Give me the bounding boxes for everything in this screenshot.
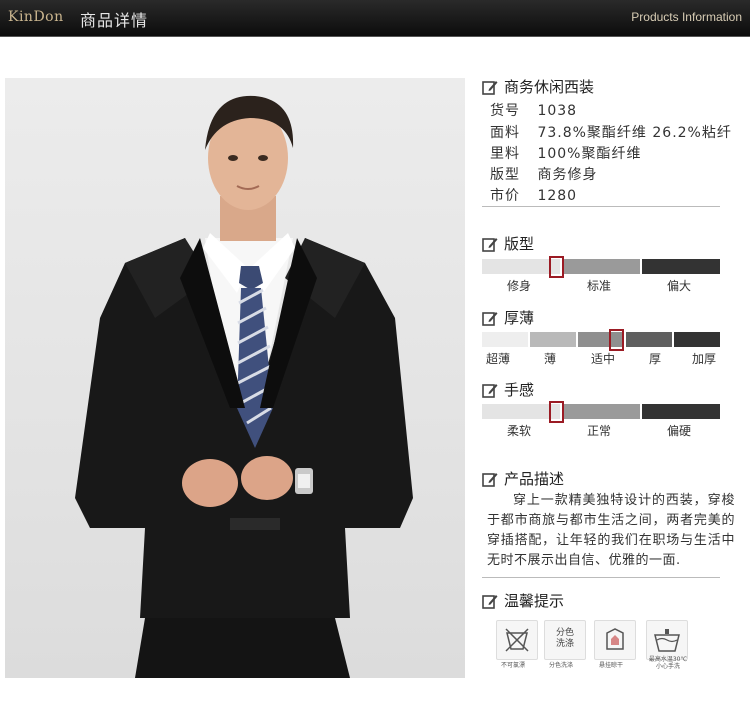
feel-segment bbox=[642, 404, 720, 419]
feel-label: 柔软 bbox=[507, 424, 532, 438]
separate-wash-text: 分色 洗涤 bbox=[555, 628, 574, 649]
description-title: 产品描述 bbox=[504, 470, 565, 488]
spec-row: 货号 1038 bbox=[490, 100, 577, 120]
thickness-scale bbox=[482, 332, 720, 347]
thickness-label: 超薄 bbox=[486, 352, 511, 366]
spec-key: 版型 bbox=[490, 167, 520, 183]
fit-heading: 版型 bbox=[482, 233, 534, 254]
feel-segment bbox=[562, 404, 640, 419]
description-heading: 产品描述 bbox=[482, 468, 564, 489]
spec-value: 100%聚酯纤维 bbox=[537, 146, 642, 162]
feel-marker bbox=[549, 401, 564, 423]
hang-dry-icon bbox=[594, 620, 636, 660]
fit-label: 修身 bbox=[507, 279, 532, 293]
thickness-label: 加厚 bbox=[692, 352, 717, 366]
care-label: 最高水温30℃ 小心手洗 bbox=[648, 656, 688, 670]
care-heading: 温馨提示 bbox=[482, 590, 564, 611]
pencil-icon bbox=[482, 383, 498, 398]
page-title: 商品详情 bbox=[80, 11, 149, 30]
thickness-heading: 厚薄 bbox=[482, 307, 534, 328]
description-text: 穿上一款精美独特设计的西装，穿梭于都市商旅与都市生活之间，两者完美的穿插搭配，让… bbox=[487, 493, 735, 568]
header-bar: KinDon 商品详情 Products Information bbox=[0, 0, 750, 37]
care-label: 不可氯漂 bbox=[501, 662, 526, 669]
thickness-label: 厚 bbox=[649, 352, 662, 366]
product-photo bbox=[5, 78, 465, 678]
product-name: 商务休闲西装 bbox=[504, 78, 595, 96]
thickness-title: 厚薄 bbox=[504, 309, 535, 327]
feel-scale bbox=[482, 404, 720, 419]
fit-marker bbox=[549, 256, 564, 278]
thickness-segment bbox=[626, 332, 672, 347]
care-title: 温馨提示 bbox=[504, 592, 565, 610]
spec-row: 面料 73.8%聚酯纤维 26.2%粘纤 bbox=[490, 122, 732, 142]
fit-segment bbox=[562, 259, 640, 274]
spec-key: 货号 bbox=[490, 103, 520, 119]
thickness-label: 薄 bbox=[544, 352, 557, 366]
no-ironing-icon bbox=[496, 620, 538, 660]
divider bbox=[482, 206, 720, 207]
spec-key: 里料 bbox=[490, 146, 520, 162]
thickness-label: 适中 bbox=[591, 352, 616, 366]
feel-title: 手感 bbox=[504, 381, 535, 399]
fit-title: 版型 bbox=[504, 235, 535, 253]
pencil-icon bbox=[482, 594, 498, 609]
feel-label: 正常 bbox=[587, 424, 612, 438]
pencil-icon bbox=[482, 472, 498, 487]
care-label: 悬挂晾干 bbox=[599, 662, 624, 669]
page-subtitle: Products Information bbox=[631, 10, 742, 24]
spec-value: 1038 bbox=[537, 103, 578, 119]
thickness-marker bbox=[609, 329, 624, 351]
pencil-icon bbox=[482, 311, 498, 326]
spec-key: 市价 bbox=[490, 188, 520, 204]
fit-label: 标准 bbox=[587, 279, 612, 293]
pencil-icon bbox=[482, 80, 498, 95]
fit-segment bbox=[642, 259, 720, 274]
fit-scale bbox=[482, 259, 720, 274]
product-name-heading: 商务休闲西装 bbox=[482, 76, 594, 97]
brand-logo: KinDon bbox=[8, 9, 64, 25]
divider bbox=[482, 577, 720, 578]
spec-key: 面料 bbox=[490, 125, 520, 141]
model-illustration bbox=[75, 95, 413, 678]
thickness-segment bbox=[530, 332, 576, 347]
pencil-icon bbox=[482, 237, 498, 252]
feel-label: 偏硬 bbox=[667, 424, 692, 438]
thickness-segment bbox=[674, 332, 720, 347]
spec-row: 版型 商务修身 bbox=[490, 164, 597, 184]
spec-row: 市价 1280 bbox=[490, 185, 577, 205]
hand-wash-icon bbox=[646, 620, 688, 660]
separate-wash-icon: 分色 洗涤 bbox=[544, 620, 586, 660]
spec-value: 商务修身 bbox=[537, 167, 598, 183]
spec-row: 里料 100%聚酯纤维 bbox=[490, 143, 641, 163]
fit-label: 偏大 bbox=[667, 279, 692, 293]
spec-value: 1280 bbox=[537, 188, 578, 204]
spec-value: 73.8%聚酯纤维 26.2%粘纤 bbox=[537, 125, 732, 141]
thickness-segment bbox=[482, 332, 528, 347]
feel-heading: 手感 bbox=[482, 379, 534, 400]
care-label: 分色洗涤 bbox=[549, 662, 574, 669]
